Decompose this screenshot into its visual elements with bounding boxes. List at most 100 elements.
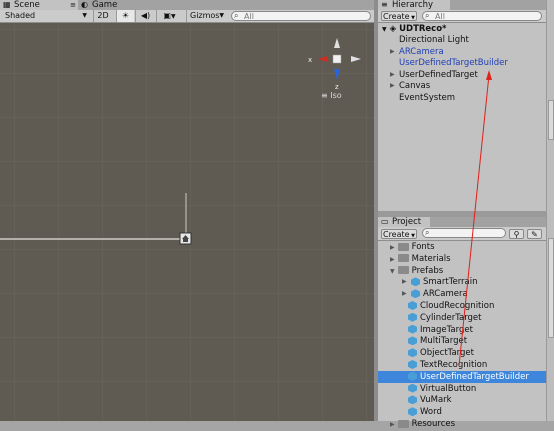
hierarchy-item[interactable]: EventSystem xyxy=(390,92,455,104)
hierarchy-panel: ≡ Hierarchy Create ▼ ⌕ All ▼ ◈ UDTReco* … xyxy=(378,0,546,211)
project-prefab-row[interactable]: CylinderTarget xyxy=(378,312,546,324)
hierarchy-item[interactable]: ▶ ARCamera xyxy=(390,46,444,58)
hierarchy-scrollbar-thumb[interactable] xyxy=(548,100,554,140)
prefab-cube-icon xyxy=(408,324,417,334)
hierarchy-create-button[interactable]: Create ▼ xyxy=(381,11,417,21)
project-prefab-row[interactable]: ▶ ARCamera xyxy=(378,288,546,300)
hierarchy-item[interactable]: ▶ UserDefinedTarget xyxy=(390,69,478,81)
project-prefab-row[interactable]: ImageTarget xyxy=(378,324,546,336)
expand-arrow-icon[interactable]: ▶ xyxy=(390,80,395,92)
project-prefab-row[interactable]: ▶ SmartTerrain xyxy=(378,276,546,288)
tag-icon: ✎ xyxy=(531,230,538,239)
hierarchy-item[interactable]: ▶ Canvas xyxy=(390,80,430,92)
hierarchy-item-label: UserDefinedTargetBuilder xyxy=(399,58,508,68)
expanded-arrow-icon[interactable]: ▼ xyxy=(390,268,395,275)
hierarchy-item[interactable]: UserDefinedTargetBuilder xyxy=(390,57,508,69)
hierarchy-search-placeholder: All xyxy=(435,12,445,21)
iso-icon: ≡ xyxy=(321,91,328,100)
scene-view-panel[interactable]: ▦ Scene ≡ ◐ Game Shaded ▼ 2D ☀ ◀) ▣▼ Giz… xyxy=(0,0,374,421)
tab-menu-icon[interactable]: ≡ xyxy=(70,0,76,10)
scene-audio-toggle[interactable]: ◀) xyxy=(135,10,155,22)
unity-scene-icon: ◈ xyxy=(389,24,397,34)
prefab-cube-icon xyxy=(408,360,417,369)
project-tab-strip: ▭ Project xyxy=(378,217,546,227)
folder-icon: ▭ xyxy=(381,217,389,226)
image-effects-icon: ▣ xyxy=(163,11,171,20)
prefab-cube-icon xyxy=(408,371,417,381)
hierarchy-item[interactable]: Directional Light xyxy=(390,34,469,46)
project-folder-row[interactable]: ▶ Fonts xyxy=(390,241,435,253)
project-scrollbar-thumb[interactable] xyxy=(548,238,554,338)
project-prefab-row[interactable]: CloudRecognition xyxy=(378,300,546,312)
tab-hierarchy[interactable]: ≡ Hierarchy xyxy=(378,0,450,10)
shading-mode-label: Shaded xyxy=(5,11,36,20)
hierarchy-search-input[interactable]: ⌕ All xyxy=(422,11,542,21)
project-folder-row-partial[interactable]: ▶ Resources xyxy=(390,418,455,430)
dropdown-arrow-icon: ▼ xyxy=(219,12,224,19)
project-create-button[interactable]: Create ▼ xyxy=(381,229,417,239)
expand-arrow-icon[interactable]: ▶ xyxy=(390,421,395,428)
project-prefab-row[interactable]: VirtualButton xyxy=(378,383,546,395)
mode-2d-label: 2D xyxy=(97,11,109,20)
project-prefab-label: SmartTerrain xyxy=(423,277,478,288)
prefab-cube-icon xyxy=(411,277,420,287)
hierarchy-item-label: EventSystem xyxy=(399,92,456,103)
gizmo-x-label: x xyxy=(308,56,312,64)
project-prefab-label: TextRecognition xyxy=(420,360,488,370)
project-prefab-row[interactable]: MultiTarget xyxy=(378,335,546,347)
tab-project-label: Project xyxy=(392,217,422,227)
projection-mode-text: Iso xyxy=(330,91,342,100)
prefab-cube-icon xyxy=(408,301,417,310)
gizmos-dropdown[interactable]: Gizmos ▼ xyxy=(186,10,226,22)
project-panel: ▭ Project Create ▼ ⌕ ⚲ ✎ ▶ Fonts ▶ Material… xyxy=(378,217,546,429)
scene-tab-strip: ▦ Scene ≡ ◐ Game xyxy=(0,0,374,10)
expand-arrow-icon[interactable]: ▶ xyxy=(390,69,395,81)
project-folder-row[interactable]: ▼ Prefabs xyxy=(390,265,443,277)
orientation-gizmo[interactable]: x z xyxy=(306,35,368,91)
mode-2d-toggle[interactable]: 2D xyxy=(93,10,112,22)
shading-mode-dropdown[interactable]: Shaded ▼ xyxy=(0,10,90,22)
project-prefab-row[interactable]: Word xyxy=(378,406,546,418)
filter-by-type-button[interactable]: ⚲ xyxy=(509,229,524,239)
expand-arrow-icon[interactable]: ▶ xyxy=(390,244,395,251)
gizmo-z-label: z xyxy=(335,83,339,91)
search-icon: ⌕ xyxy=(425,228,430,237)
search-icon: ⌕ xyxy=(234,11,239,20)
tab-scene-label: Scene xyxy=(14,0,40,10)
dropdown-arrow-icon: ▼ xyxy=(409,15,416,21)
filter-by-label-button[interactable]: ✎ xyxy=(527,229,542,239)
expanded-arrow-icon: ▼ xyxy=(382,26,387,33)
scene-effects-dropdown[interactable]: ▣▼ xyxy=(156,10,182,22)
create-label: Create xyxy=(382,230,410,239)
projection-mode-label[interactable]: ≡ Iso xyxy=(321,91,342,100)
prefab-cube-icon xyxy=(408,348,417,358)
expand-arrow-icon[interactable]: ▶ xyxy=(390,256,395,263)
prefab-cube-icon xyxy=(408,383,417,393)
project-prefab-row[interactable]: ObjectTarget xyxy=(378,347,546,359)
scene-search-input[interactable]: ⌕ All xyxy=(231,11,371,21)
create-label: Create xyxy=(382,12,410,21)
project-prefab-label: Word xyxy=(420,407,442,418)
project-prefab-row[interactable]: VuMark xyxy=(378,394,546,406)
expand-arrow-icon[interactable]: ▶ xyxy=(402,288,407,300)
project-prefab-label: ARCamera xyxy=(423,289,468,300)
hierarchy-item-label: Canvas xyxy=(399,81,431,91)
hierarchy-item-label: UserDefinedTarget xyxy=(399,69,478,80)
expand-arrow-icon[interactable]: ▶ xyxy=(390,46,395,58)
project-folder-label: Prefabs xyxy=(411,265,444,276)
scene-toolbar: Shaded ▼ 2D ☀ ◀) ▣▼ Gizmos ▼ ⌕ All xyxy=(0,10,374,23)
expand-arrow-icon[interactable]: ▶ xyxy=(402,276,407,288)
project-prefab-row-selected[interactable]: UserDefinedTargetBuilder xyxy=(378,370,546,383)
project-folder-label: Materials xyxy=(411,253,451,264)
project-prefab-row[interactable]: TextRecognition xyxy=(378,359,546,371)
scene-icon: ▦ xyxy=(3,0,11,9)
project-search-input[interactable]: ⌕ xyxy=(422,228,506,238)
project-prefab-label: ObjectTarget xyxy=(420,348,474,359)
scene-lighting-toggle[interactable]: ☀ xyxy=(116,10,134,22)
tab-project[interactable]: ▭ Project xyxy=(378,217,430,227)
tab-game[interactable]: ◐ Game xyxy=(78,0,138,10)
project-prefab-label: MultiTarget xyxy=(420,336,468,347)
tab-scene[interactable]: ▦ Scene ≡ xyxy=(0,0,78,10)
right-scrollbar-track[interactable] xyxy=(546,0,554,421)
project-folder-row[interactable]: ▶ Materials xyxy=(390,253,451,265)
